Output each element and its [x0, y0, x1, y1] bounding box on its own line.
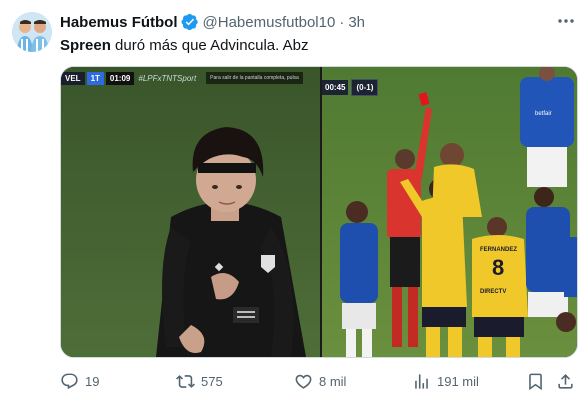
bookmark-button[interactable] — [526, 368, 545, 394]
tweet-header: Habemus Fútbol @Habemusfutbol10 · 3h — [60, 12, 365, 32]
more-dots-icon — [558, 19, 574, 23]
action-bar: 19 575 8 mil 191 mil — [60, 368, 578, 394]
heart-icon — [295, 374, 312, 389]
bookmark-icon — [529, 373, 542, 390]
reply-icon — [61, 373, 78, 389]
fullscreen-note: Para salir de la pantalla completa, puls… — [206, 72, 303, 84]
repost-icon — [176, 374, 195, 388]
scorebug-right: 00:45 (0-1) — [322, 78, 379, 96]
tweet-text-bold: Spreen — [60, 37, 111, 54]
views-button[interactable]: 191 mil — [412, 368, 479, 394]
tweet: Habemus Fútbol @Habemusfutbol10 · 3h Spr… — [0, 0, 586, 401]
reply-button[interactable]: 19 — [60, 368, 99, 394]
share-icon — [558, 373, 573, 389]
repost-count: 575 — [201, 373, 223, 389]
like-count: 8 mil — [319, 373, 347, 389]
separator-dot: · — [339, 13, 345, 31]
analytics-icon — [415, 373, 428, 389]
verified-badge-icon — [181, 13, 199, 31]
reply-count: 19 — [85, 373, 100, 389]
sponsor-right: betfair — [535, 111, 552, 117]
share-button[interactable] — [556, 368, 575, 394]
jersey-sponsor: DIRECTV — [480, 289, 506, 295]
author-name[interactable]: Habemus Fútbol — [60, 14, 178, 31]
media-grid[interactable]: VEL 1T 01:09 #LPFxTNTSport Para salir de… — [60, 66, 578, 358]
scorebug-half: 1T — [86, 71, 104, 85]
media-photo-right[interactable]: betfair FERNANDEZ 8 DIRECTV 00:45 (0-1) — [322, 67, 577, 357]
media-photo-left[interactable]: VEL 1T 01:09 #LPFxTNTSport Para salir de… — [61, 67, 320, 357]
scorebug-clock: 01:09 — [105, 71, 135, 85]
author-handle[interactable]: @Habemusfutbol10 — [203, 14, 336, 31]
scorebug-right-score: (0-1) — [351, 78, 379, 96]
tweet-text: Spreen duró más que Advincula. Abz — [60, 36, 308, 56]
more-options-button[interactable] — [555, 12, 577, 30]
scorebug-team: VEL — [61, 71, 85, 85]
scorebug-left: VEL 1T 01:09 #LPFxTNTSport Para salir de… — [61, 71, 303, 85]
views-count: 191 mil — [437, 373, 479, 389]
scorebug-right-clock: 00:45 — [322, 79, 349, 95]
repost-button[interactable]: 575 — [176, 368, 223, 394]
scorebug-tag: #LPFxTNTSport — [138, 73, 197, 83]
like-button[interactable]: 8 mil — [294, 368, 346, 394]
avatar[interactable] — [12, 12, 52, 52]
jersey-number: 8 — [492, 255, 504, 280]
tweet-text-rest: duró más que Advincula. Abz — [110, 37, 309, 54]
timestamp[interactable]: 3h — [348, 14, 365, 31]
jersey-name: FERNANDEZ — [480, 247, 517, 253]
